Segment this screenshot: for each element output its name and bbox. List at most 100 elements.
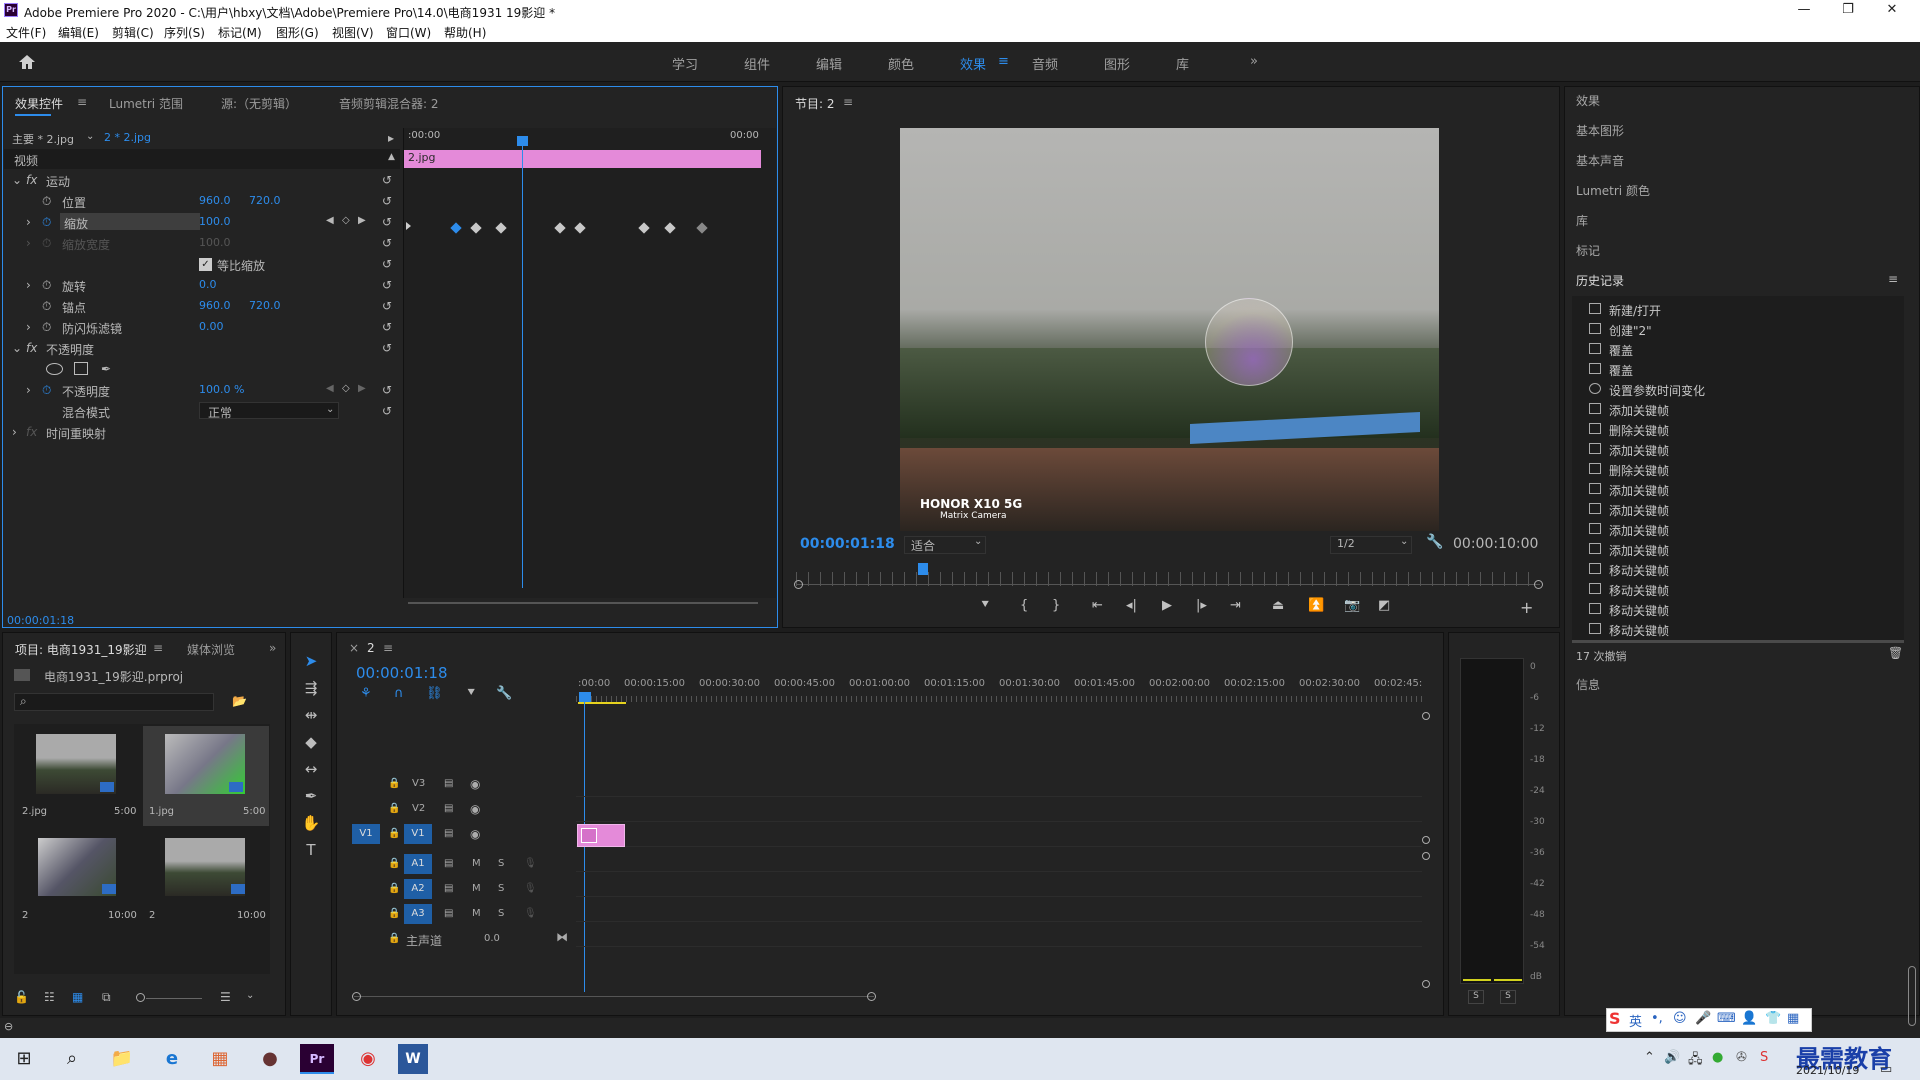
add-keyframe-icon[interactable]: ◇: [342, 215, 350, 226]
reset-rotation-icon[interactable]: ↺: [382, 278, 392, 292]
expand-motion-icon[interactable]: ⌄: [12, 173, 22, 187]
network-icon[interactable]: 🖧: [1688, 1050, 1703, 1072]
master-lock-icon[interactable]: 🔒: [388, 933, 400, 944]
new-bin-icon[interactable]: 📂: [232, 694, 247, 708]
menu-marker[interactable]: 标记(M): [218, 24, 262, 41]
history-item[interactable]: 添加关键帧: [1589, 499, 1889, 519]
chevron-down-icon[interactable]: ⌄: [86, 131, 94, 142]
sequence-menu-icon[interactable]: ≡: [383, 641, 393, 655]
program-menu-icon[interactable]: ≡: [843, 95, 853, 109]
v3-lock-icon[interactable]: 🔒: [388, 778, 400, 789]
media-player-icon[interactable]: ●: [250, 1046, 290, 1072]
a3-mic-icon[interactable]: 🎙: [524, 908, 537, 919]
timeline-h-scrollbar[interactable]: [354, 996, 874, 997]
keyframe-marker[interactable]: [574, 222, 586, 234]
program-video-frame[interactable]: HONOR X10 5G Matrix Camera: [900, 128, 1439, 531]
v3-eye-icon[interactable]: ◉: [470, 777, 480, 791]
expand-opacity-icon-2[interactable]: ›: [26, 383, 31, 397]
workspace-color[interactable]: 颜色: [888, 54, 914, 73]
a1-mic-icon[interactable]: 🎙: [524, 858, 537, 869]
expand-time-remap-icon[interactable]: ›: [12, 425, 17, 439]
tray-app-icon[interactable]: ●: [1712, 1050, 1723, 1065]
work-area-bar[interactable]: [578, 702, 626, 704]
uniform-scale-checkbox[interactable]: ✓: [199, 258, 212, 271]
a3-lock-icon[interactable]: 🔒: [388, 908, 400, 919]
v2-sync-icon[interactable]: ▤: [444, 803, 453, 814]
punctuation-icon[interactable]: •,: [1651, 1011, 1663, 1026]
history-item[interactable]: 添加关键帧: [1589, 519, 1889, 539]
menu-view[interactable]: 视图(V): [332, 24, 374, 41]
project-item[interactable]: 2.jpg 5:00: [16, 726, 140, 826]
expand-scale-icon[interactable]: ›: [26, 215, 31, 229]
keyboard-icon[interactable]: ⌨: [1717, 1011, 1736, 1026]
tray-expand-icon[interactable]: ⌃: [1644, 1050, 1655, 1065]
add-marker-icon[interactable]: ⯆: [980, 598, 990, 613]
expand-opacity-icon[interactable]: ⌄: [12, 341, 22, 355]
tray-app-icon[interactable]: ✇: [1736, 1050, 1747, 1065]
prev-keyframe-icon[interactable]: ◀: [326, 215, 334, 226]
timeline-timecode[interactable]: 00:00:01:18: [356, 664, 448, 682]
timeline-playhead-handle[interactable]: [579, 692, 591, 702]
keyframe-marker[interactable]: [664, 222, 676, 234]
reset-anchor-icon[interactable]: ↺: [382, 299, 392, 313]
track-v3-label[interactable]: V3: [412, 778, 425, 789]
history-menu-icon[interactable]: ≡: [1888, 272, 1898, 286]
project-menu-icon[interactable]: ≡: [153, 641, 163, 655]
fx-opacity-icon[interactable]: fx: [26, 341, 37, 355]
go-to-in-icon[interactable]: ⇤: [1092, 598, 1103, 613]
ripple-edit-tool-icon[interactable]: ⇹: [298, 706, 324, 728]
mark-in-icon[interactable]: {: [1020, 598, 1028, 613]
skin-icon[interactable]: 👕: [1765, 1011, 1781, 1026]
ec-playhead-handle[interactable]: [517, 136, 528, 146]
emoji-icon[interactable]: ☺: [1673, 1011, 1687, 1026]
expand-rotation-icon[interactable]: ›: [26, 278, 31, 292]
ec-zoom-scrollbar[interactable]: [408, 602, 758, 604]
freeform-view-icon[interactable]: ⧉: [102, 990, 111, 1005]
history-item[interactable]: 移动关键帧: [1589, 619, 1889, 637]
master-track-value[interactable]: 0.0: [484, 933, 500, 944]
export-frame-icon[interactable]: 📷: [1344, 598, 1360, 613]
selection-tool-icon[interactable]: ➤: [298, 652, 324, 674]
ec-playhead[interactable]: [522, 136, 523, 588]
menu-window[interactable]: 窗口(W): [386, 24, 431, 41]
panel-essential-sound[interactable]: 基本声音: [1576, 152, 1624, 169]
minimize-button[interactable]: —: [1784, 2, 1824, 20]
clip-bar[interactable]: 2.jpg: [404, 150, 761, 168]
more-tabs-icon[interactable]: »: [269, 641, 276, 655]
stopwatch-active-icon[interactable]: ⏱: [42, 215, 51, 230]
menu-sequence[interactable]: 序列(S): [164, 24, 205, 41]
add-button-icon[interactable]: +: [1520, 598, 1533, 617]
volume-icon[interactable]: 🔊: [1664, 1050, 1680, 1065]
a2-mute-button[interactable]: M: [472, 883, 481, 894]
project-item-selected[interactable]: 1.jpg 5:00: [143, 726, 269, 826]
sogou-logo-icon[interactable]: S: [1609, 1009, 1621, 1028]
app-tiles-icon[interactable]: ▦: [200, 1046, 240, 1072]
history-scrollbar[interactable]: [1572, 640, 1904, 643]
ec-timecode[interactable]: 00:00:01:18: [7, 614, 74, 627]
tab-source[interactable]: 源:（无剪辑）: [221, 95, 297, 112]
track-select-tool-icon[interactable]: ⇶: [298, 679, 324, 701]
v2-eye-icon[interactable]: ◉: [470, 802, 480, 816]
v-scroll-handle[interactable]: [1422, 712, 1430, 720]
premiere-taskbar-icon[interactable]: Pr: [300, 1044, 334, 1074]
compare-icon[interactable]: ◩: [1378, 598, 1390, 613]
v2-lock-icon[interactable]: 🔒: [388, 803, 400, 814]
position-x-value[interactable]: 960.0: [199, 194, 231, 207]
source-v1-patch[interactable]: V1: [352, 824, 380, 844]
project-item[interactable]: 2 10:00: [16, 830, 140, 930]
history-item[interactable]: 覆盖: [1589, 339, 1889, 359]
chevron-down-icon[interactable]: ⌄: [974, 536, 982, 547]
v-scroll-handle[interactable]: [1422, 836, 1430, 844]
reset-uniform-icon[interactable]: ↺: [382, 257, 392, 271]
history-item[interactable]: 添加关键帧: [1589, 539, 1889, 559]
workspace-learn[interactable]: 学习: [672, 54, 698, 73]
timeline-ruler[interactable]: :00:00 00:00:15:00 00:00:30:00 00:00:45:…: [576, 672, 1426, 704]
program-title[interactable]: 节目: 2: [795, 95, 835, 112]
lock-icon[interactable]: 🔓: [14, 990, 29, 1004]
panel-libraries[interactable]: 库: [1576, 212, 1588, 229]
anchor-x-value[interactable]: 960.0: [199, 299, 231, 312]
ime-lang[interactable]: 英: [1629, 1011, 1642, 1030]
panel-markers[interactable]: 标记: [1576, 242, 1600, 259]
play-icon[interactable]: ▶: [1162, 598, 1172, 613]
program-zoom-bar[interactable]: [796, 584, 1540, 585]
